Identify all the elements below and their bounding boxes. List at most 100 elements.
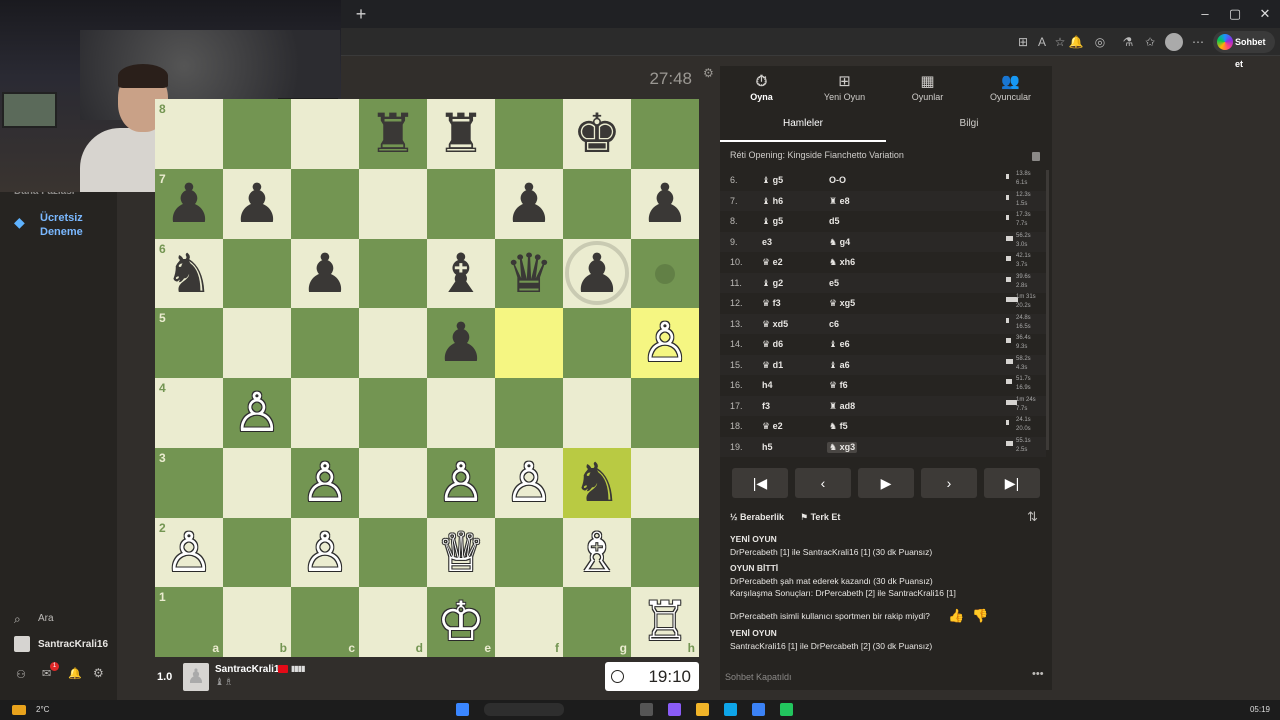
square-e4[interactable] — [427, 378, 495, 448]
taskbar-search[interactable] — [484, 703, 564, 716]
chess-board[interactable]: 8 ♜ ♜ ♚ 7 ♟ ♟ ♟ ♟ 6 ♞ ♟ ♝ ♛ ♟ 5 ♟ ♙ 4 ♙ 3 ♙ ♙ ♙ ♞ 2 ♙ ♙ ♕ ♗ 1 a b c d e ♔ f g h… — [155, 99, 699, 657]
black-move[interactable]: ♜ e8 — [829, 196, 850, 207]
move-row[interactable]: 10. ♛ e2 ♞ xh6 42.1s 3.7s — [720, 252, 1046, 273]
move-row[interactable]: 7. ♝ h6 ♜ e8 12.3s 1.5s — [720, 190, 1046, 211]
apps-icon[interactable]: ⊞ — [1015, 34, 1031, 50]
white-king[interactable]: ♔ — [427, 587, 495, 657]
square-b2[interactable] — [223, 517, 291, 588]
square-e3[interactable]: ♙ — [427, 447, 495, 518]
resign-button[interactable]: ⚑ Terk Et — [800, 512, 840, 523]
edge-icon[interactable] — [724, 703, 737, 716]
move-row[interactable]: 9. e3 ♞ g4 56.2s 3.0s — [720, 231, 1046, 252]
square-b8[interactable] — [223, 99, 291, 169]
black-move[interactable]: ♞ f5 — [829, 421, 848, 432]
square-c2[interactable]: ♙ — [291, 517, 359, 588]
square-d7[interactable] — [359, 168, 427, 239]
square-h2[interactable] — [631, 517, 699, 588]
close-window-button[interactable]: ✕ — [1250, 4, 1280, 24]
white-move[interactable]: ♝ g5 — [762, 216, 783, 227]
black-move[interactable]: e5 — [829, 278, 839, 288]
square-b6[interactable] — [223, 238, 291, 309]
white-move[interactable]: ♝ h6 — [762, 196, 783, 207]
square-g7[interactable] — [563, 168, 631, 239]
weather-icon[interactable] — [12, 705, 26, 715]
friends-icon[interactable]: ⚇ — [16, 668, 26, 681]
move-row[interactable]: 15. ♛ d1 ♝ a6 58.2s 4.3s — [720, 354, 1046, 375]
square-c5[interactable] — [291, 308, 359, 378]
nav-games[interactable]: ▦ Oyunlar — [886, 72, 969, 110]
white-bishop[interactable]: ♗ — [563, 518, 631, 588]
move-row[interactable]: 13. ♛ xd5 c6 24.8s 16.5s — [720, 313, 1046, 334]
square-d3[interactable] — [359, 447, 427, 518]
black-move[interactable]: ♛ f6 — [829, 380, 848, 391]
white-move[interactable]: ♛ d1 — [762, 360, 783, 371]
explorer-icon[interactable] — [696, 703, 709, 716]
move-row[interactable]: 11. ♝ g2 e5 39.6s 2.8s — [720, 272, 1046, 293]
black-pawn[interactable]: ♟ — [155, 169, 223, 239]
square-a1[interactable]: 1a — [155, 587, 223, 657]
black-move[interactable]: ♞ xg3 — [827, 441, 858, 453]
move-row[interactable]: 14. ♛ d6 ♝ e6 36.4s 9.3s — [720, 334, 1046, 355]
move-row[interactable]: 17. f3 ♜ ad8 1m 24s 7.7s — [720, 395, 1046, 416]
taskview-icon[interactable] — [640, 703, 653, 716]
more-menu-icon[interactable]: ⋯ — [1190, 34, 1206, 50]
white-move[interactable]: ♛ e2 — [762, 257, 783, 268]
black-move[interactable]: O-O — [829, 175, 846, 185]
chat-more-icon[interactable]: ••• — [1032, 668, 1044, 680]
black-queen[interactable]: ♛ — [495, 239, 563, 309]
black-move[interactable]: d5 — [829, 216, 840, 226]
square-h6[interactable] — [631, 238, 699, 309]
white-move[interactable]: ♛ e2 — [762, 421, 783, 432]
square-g4[interactable] — [563, 378, 631, 448]
black-move[interactable]: ♝ a6 — [829, 360, 850, 371]
collections-icon[interactable]: ✩ — [1142, 34, 1158, 50]
white-pawn[interactable]: ♙ — [291, 448, 359, 518]
free-trial-link[interactable]: Ücretsiz Deneme — [40, 211, 110, 239]
read-aloud-icon[interactable]: A — [1034, 34, 1050, 50]
copilot-taskbar-icon[interactable] — [668, 703, 681, 716]
black-knight[interactable]: ♞ — [155, 239, 223, 309]
black-king[interactable]: ♚ — [563, 99, 631, 169]
white-rook[interactable]: ♖ — [631, 587, 699, 657]
square-a8[interactable]: 8 — [155, 99, 223, 169]
square-b5[interactable] — [223, 308, 291, 378]
black-rook[interactable]: ♜ — [359, 99, 427, 169]
white-pawn[interactable]: ♙ — [223, 378, 291, 448]
square-f1[interactable]: f — [495, 587, 563, 657]
lab-icon[interactable]: ⚗ — [1120, 34, 1136, 50]
first-move-button[interactable]: |◀ — [732, 468, 788, 498]
white-queen[interactable]: ♕ — [427, 518, 495, 588]
square-b3[interactable] — [223, 447, 291, 518]
square-a4[interactable]: 4 — [155, 378, 223, 448]
white-move[interactable]: ♛ f3 — [762, 298, 781, 309]
square-f5[interactable] — [495, 308, 563, 378]
extension-icon[interactable]: ◎ — [1092, 34, 1108, 50]
black-pawn[interactable]: ♟ — [495, 169, 563, 239]
square-e2[interactable]: ♕ — [427, 517, 495, 588]
square-a6[interactable]: 6 ♞ — [155, 238, 223, 309]
square-f2[interactable] — [495, 517, 563, 588]
black-move[interactable]: ♝ e6 — [829, 339, 850, 350]
white-move[interactable]: h5 — [762, 442, 773, 452]
square-g8[interactable]: ♚ — [563, 99, 631, 169]
black-pawn[interactable]: ♟ — [223, 169, 291, 239]
black-move[interactable]: c6 — [829, 319, 839, 329]
tab-moves[interactable]: Hamleler — [720, 114, 886, 142]
square-d8[interactable]: ♜ — [359, 99, 427, 169]
square-a7[interactable]: 7 ♟ — [155, 168, 223, 239]
black-move[interactable]: ♜ ad8 — [829, 401, 855, 412]
square-d4[interactable] — [359, 378, 427, 448]
white-move[interactable]: ♛ d6 — [762, 339, 783, 350]
black-move[interactable]: ♞ xh6 — [829, 257, 855, 268]
move-row[interactable]: 19. h5 ♞ xg3 55.1s 2.5s — [720, 436, 1046, 457]
move-row[interactable]: 16. h4 ♛ f6 51.7s 16.9s — [720, 375, 1046, 396]
black-rook[interactable]: ♜ — [427, 99, 495, 169]
square-h5[interactable]: ♙ — [631, 308, 699, 378]
search-icon[interactable]: ⌕ — [14, 612, 21, 627]
square-c7[interactable] — [291, 168, 359, 239]
new-tab-button[interactable]: + — [350, 4, 372, 24]
white-move[interactable]: e3 — [762, 237, 772, 247]
square-b4[interactable]: ♙ — [223, 378, 291, 448]
move-row[interactable]: 18. ♛ e2 ♞ f5 24.1s 20.0s — [720, 416, 1046, 437]
square-f7[interactable]: ♟ — [495, 168, 563, 239]
